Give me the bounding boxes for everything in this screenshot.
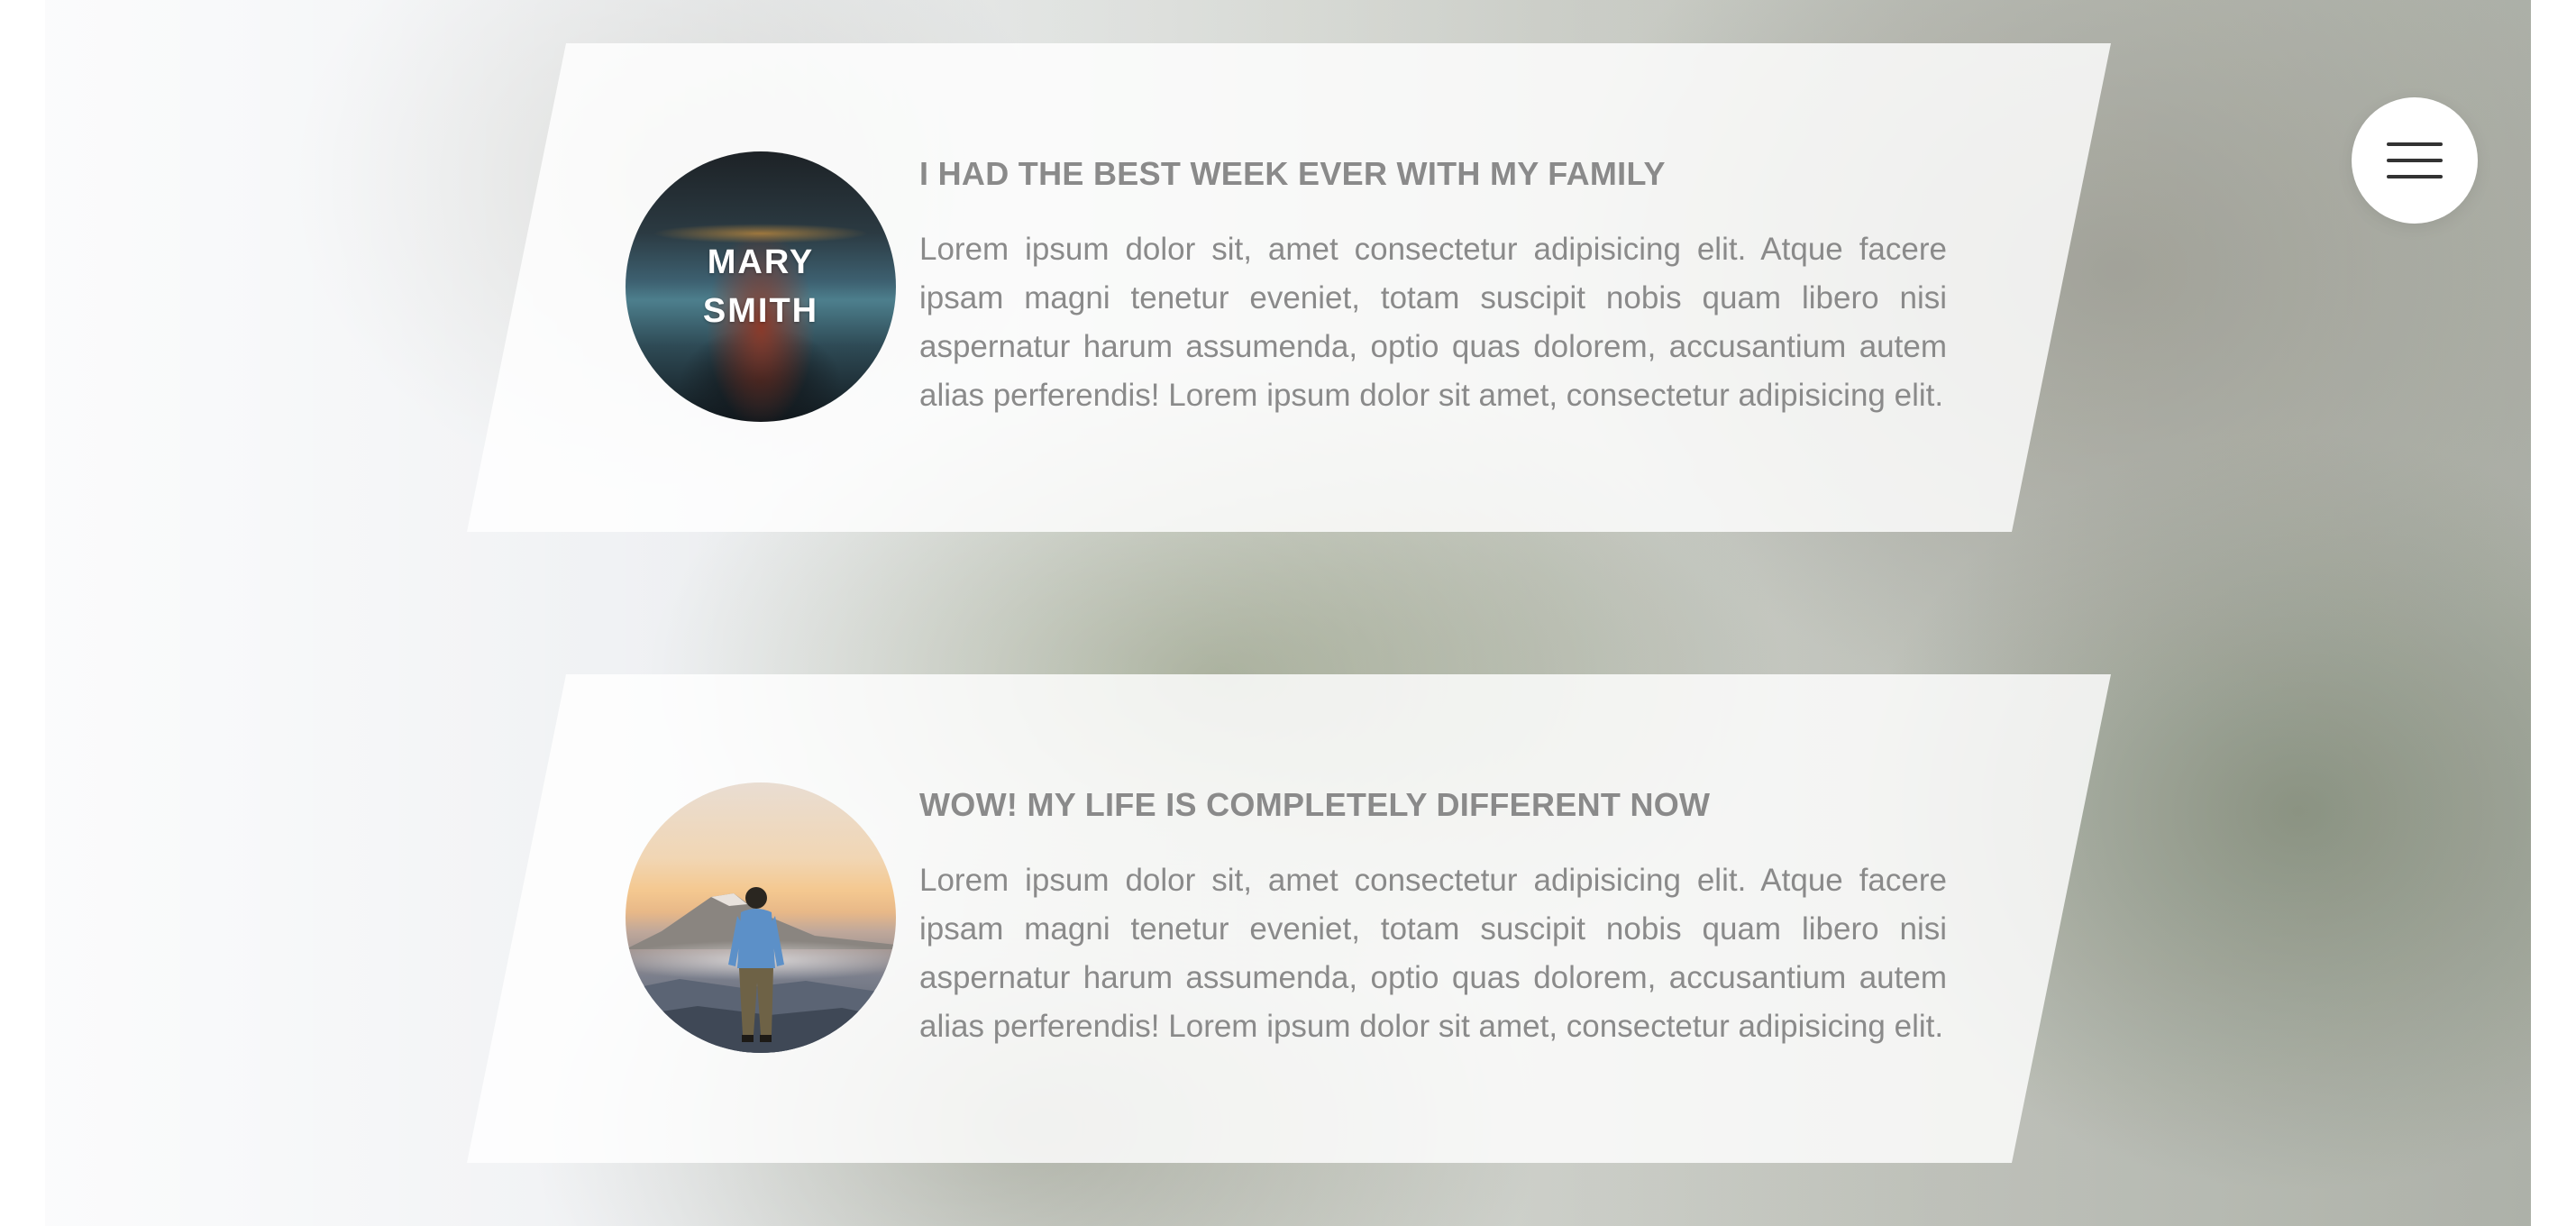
- person-figure: [728, 887, 784, 1042]
- testimonial-title: I HAD THE BEST WEEK EVER WITH MY FAMILY: [919, 155, 1666, 192]
- avatar-first-name: MARY: [707, 243, 815, 281]
- testimonial-body: Lorem ipsum dolor sit, amet consectetur …: [919, 232, 1947, 413]
- testimonial-card: WOW! MY LIFE IS COMPLETELY DIFFERENT NOW…: [467, 674, 2111, 1163]
- testimonial-title: WOW! MY LIFE IS COMPLETELY DIFFERENT NOW: [919, 786, 1711, 823]
- testimonial-text: Lorem ipsum dolor sit, amet consectetur …: [919, 225, 1947, 420]
- avatar: MARY SMITH: [626, 151, 896, 422]
- avatar-name-label: MARY SMITH: [626, 151, 896, 422]
- hamburger-menu-icon: [2387, 142, 2443, 178]
- testimonial-card: MARY SMITH I HAD THE BEST WEEK EVER WITH…: [467, 43, 2111, 532]
- testimonial-body: Lorem ipsum dolor sit, amet consectetur …: [919, 863, 1947, 1044]
- avatar: [626, 782, 896, 1053]
- menu-button[interactable]: [2352, 97, 2478, 224]
- testimonial-text: Lorem ipsum dolor sit, amet consectetur …: [919, 856, 1947, 1051]
- avatar-last-name: SMITH: [702, 292, 819, 330]
